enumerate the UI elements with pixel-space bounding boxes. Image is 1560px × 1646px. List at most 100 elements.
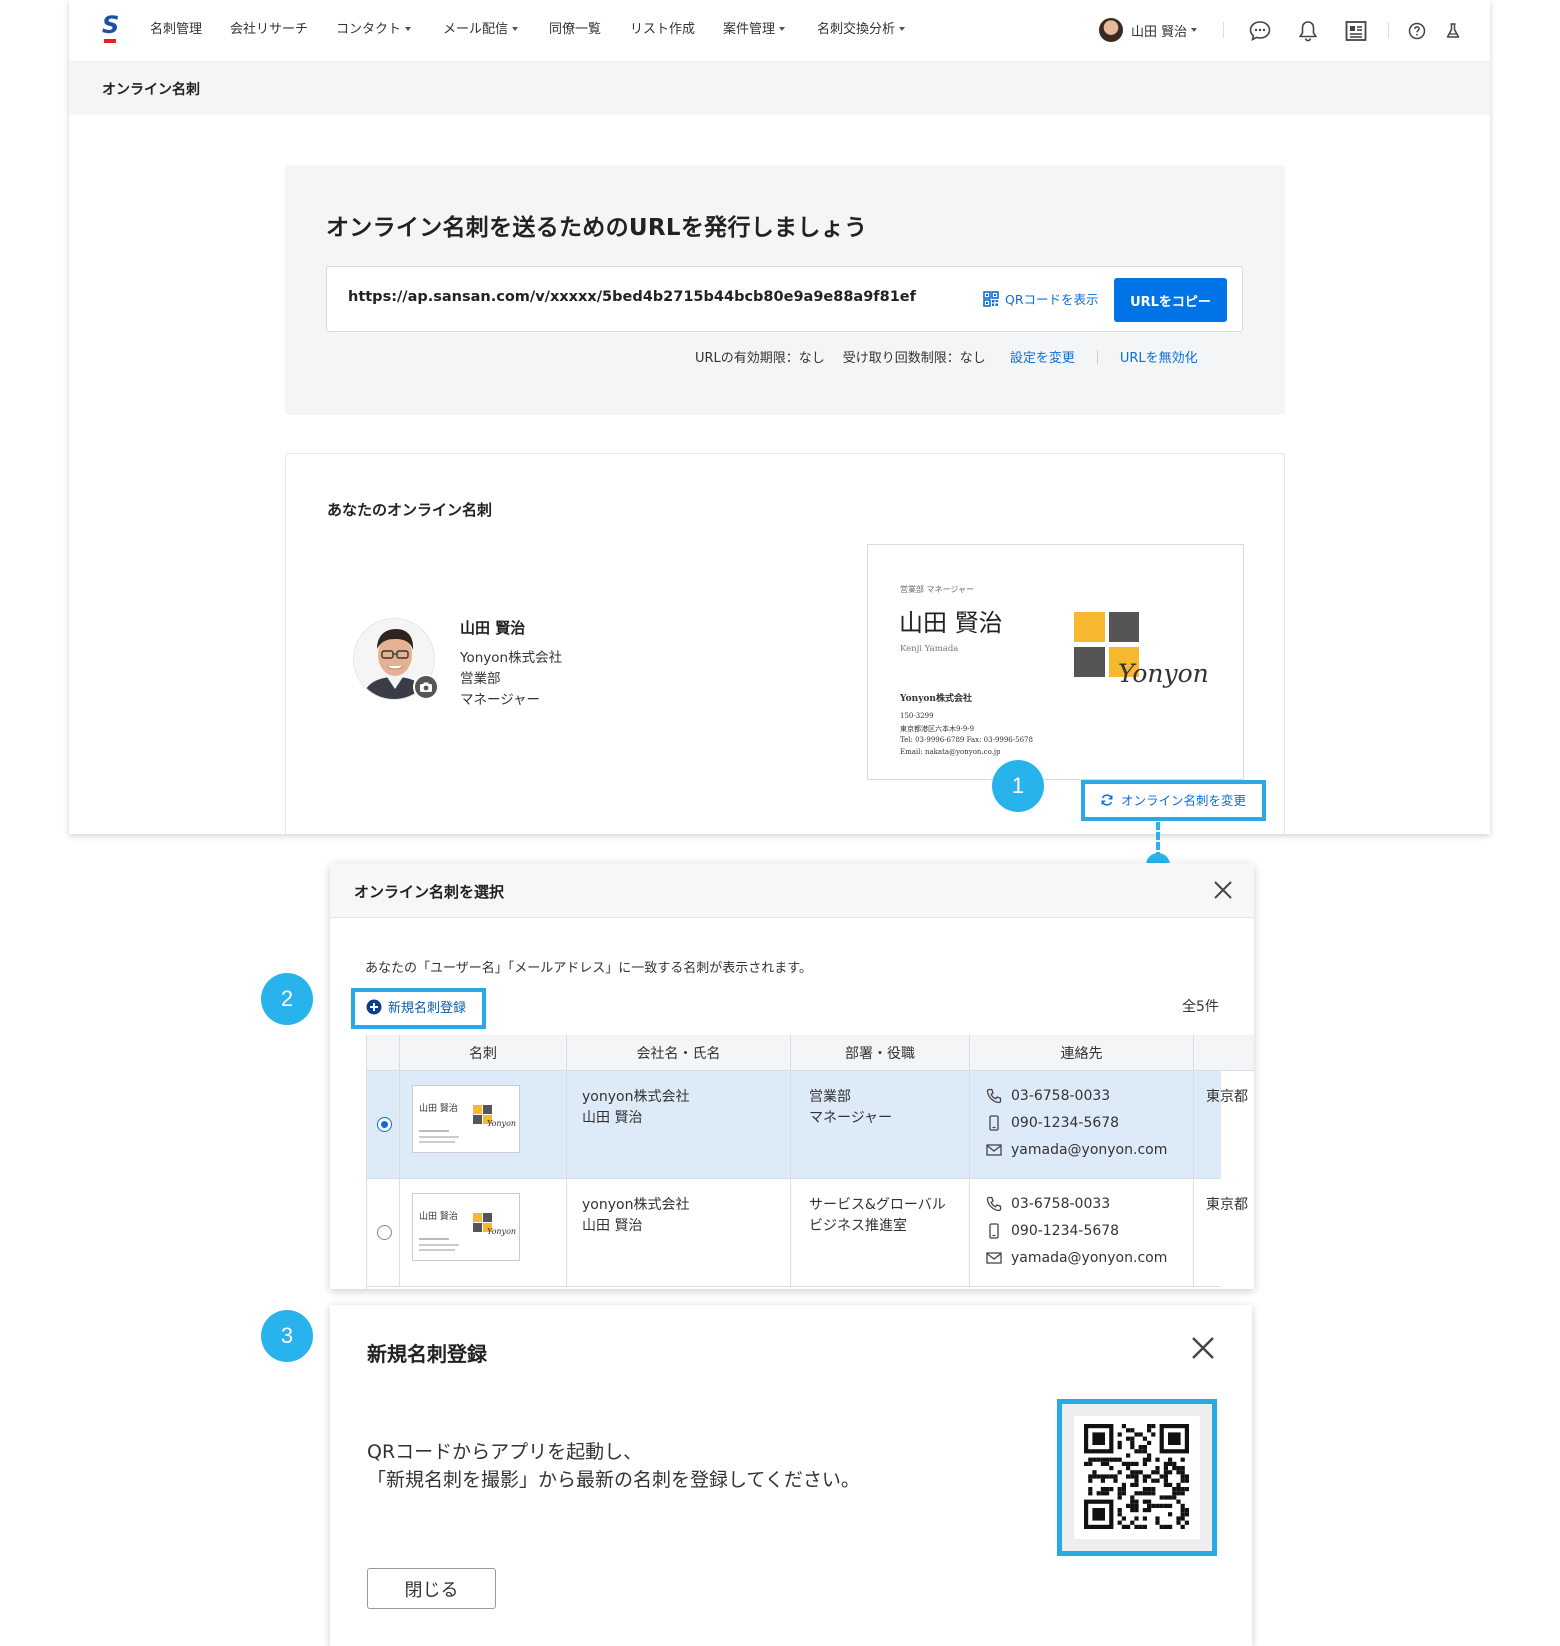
row-radio[interactable]	[377, 1225, 392, 1240]
column-header-company-name: 会社名・氏名	[567, 1035, 791, 1071]
table-row[interactable]: 山田 賢治 Yonyon yonyon株式会社 山田 賢治	[367, 1179, 1248, 1287]
row-name: 山田 賢治	[582, 1110, 643, 1126]
nav-list-creation[interactable]: リスト作成	[630, 20, 695, 40]
page-header: オンライン名刺	[69, 62, 1490, 115]
nav-company-research[interactable]: 会社リサーチ	[230, 20, 308, 40]
phone-icon	[986, 1088, 1002, 1104]
receive-limit: 受け取り回数制限：なし	[842, 351, 986, 366]
change-settings-link[interactable]: 設定を変更	[1010, 347, 1075, 366]
nav-label: コンタクト	[336, 22, 402, 37]
nav-deals[interactable]: 案件管理	[723, 20, 786, 40]
avatar	[1099, 18, 1123, 42]
mobile-icon	[989, 1223, 999, 1239]
nav-exchange-analysis[interactable]: 名刺交換分析	[817, 20, 906, 40]
column-header-dept-title: 部署・役職	[791, 1035, 970, 1071]
top-navigation: S 名刺管理 会社リサーチ コンタクト メール配信 同僚一覧 リスト作成 案件管…	[69, 0, 1490, 62]
contact-mobile: 090-1234-5678	[985, 1114, 1119, 1132]
url-field[interactable]: https://ap.sansan.com/v/xxxxx/5bed4b2715…	[326, 266, 1243, 332]
mobile-icon	[989, 1115, 999, 1131]
card-thumbnail[interactable]: 山田 賢治 Yonyon	[412, 1193, 520, 1261]
url-panel-heading: オンライン名刺を送るためのURLを発行しましょう	[326, 215, 868, 241]
card-postal: 150-3299	[900, 712, 934, 720]
profile-name: 山田 賢治	[460, 619, 526, 637]
chat-icon[interactable]	[1247, 18, 1273, 44]
divider	[1096, 349, 1098, 364]
new-card-button[interactable]: 新規名刺登録	[366, 997, 466, 1016]
change-online-card-link[interactable]: オンライン名刺を変更	[1100, 790, 1246, 809]
phone-number: 03-6758-0033	[1011, 1088, 1111, 1104]
contact-phone: 03-6758-0033	[985, 1087, 1110, 1105]
nav-contacts[interactable]: コンタクト	[336, 20, 412, 40]
refresh-icon	[1101, 793, 1113, 806]
table-row[interactable]: 山田 賢治 Yonyon yonyon株式会社 山田 賢治	[367, 1071, 1248, 1179]
news-icon[interactable]	[1343, 18, 1369, 44]
disable-url-link[interactable]: URLを無効化	[1120, 347, 1198, 366]
modal-instruction-line-2: 「新規名刺を撮影」から最新の名刺を登録してください。	[367, 1469, 860, 1491]
nav-label: リスト作成	[630, 22, 696, 37]
row-radio-selected[interactable]	[377, 1117, 392, 1132]
contact-phone: 03-6758-0033	[985, 1195, 1110, 1213]
mobile-number: 090-1234-5678	[1011, 1115, 1120, 1131]
chevron-down-icon	[779, 27, 786, 31]
nav-divider	[1223, 22, 1224, 38]
help-icon[interactable]	[1406, 20, 1428, 42]
close-icon[interactable]	[1190, 1335, 1216, 1361]
user-menu[interactable]: 山田 賢治	[1099, 16, 1198, 44]
camera-icon[interactable]	[413, 674, 439, 700]
nav-label: 名刺交換分析	[817, 22, 896, 37]
nav-business-cards[interactable]: 名刺管理	[150, 20, 202, 40]
contact-email: yamada@yonyon.com	[985, 1249, 1167, 1267]
show-qr-link[interactable]: QRコードを表示	[983, 289, 1099, 308]
nav-label: 案件管理	[723, 22, 776, 37]
phone-number: 03-6758-0033	[1011, 1196, 1111, 1212]
contact-mobile: 090-1234-5678	[985, 1222, 1119, 1240]
select-cell	[367, 1179, 400, 1286]
url-settings-row: URLの有効期限：なし 受け取り回数制限：なし 設定を変更 URLを無効化	[695, 347, 1198, 366]
qr-icon	[983, 290, 999, 307]
card-thumbnail[interactable]: 山田 賢治 Yonyon	[412, 1085, 520, 1153]
url-expiry: URLの有効期限：なし	[695, 351, 825, 366]
card-email: Email: nakata@yonyon.co.jp	[900, 748, 1001, 756]
user-name: 山田 賢治	[1131, 24, 1188, 40]
column-header-contact: 連絡先	[970, 1035, 1194, 1071]
row-address: 東京都	[1206, 1089, 1248, 1105]
row-dept: サービス&グローバル	[809, 1197, 946, 1213]
new-card-label: 新規名刺登録	[388, 1001, 467, 1016]
card-thumb-cell: 山田 賢治 Yonyon	[400, 1071, 567, 1178]
nav-label: 同僚一覧	[549, 22, 602, 37]
modal-title: オンライン名刺を選択	[354, 883, 505, 901]
app-launch-qr-code	[1074, 1416, 1200, 1539]
profile-position: マネージャー	[460, 692, 541, 708]
sansan-logo[interactable]: S	[102, 12, 119, 44]
nav-mail-delivery[interactable]: メール配信	[443, 20, 519, 40]
dept-title-cell: サービス&グローバル ビジネス推進室	[791, 1179, 970, 1286]
contact-email: yamada@yonyon.com	[985, 1141, 1167, 1159]
mail-icon	[986, 1252, 1002, 1264]
close-button[interactable]: 閉じる	[367, 1568, 496, 1609]
close-icon[interactable]	[1212, 879, 1234, 901]
modal-title: 新規名刺登録	[367, 1342, 487, 1366]
contact-cell: 03-6758-0033 090-1234-5678 yamada@yonyon…	[970, 1071, 1194, 1178]
my-online-card-panel: あなたのオンライン名刺 山田 賢治 Yonyon株式会社 営業部 マネージャー …	[285, 453, 1285, 834]
step-badge-2: 2	[261, 973, 313, 1025]
chevron-down-icon	[512, 27, 519, 31]
address-cell: 東京都	[1194, 1071, 1254, 1178]
column-header-select	[367, 1035, 400, 1071]
flask-icon[interactable]	[1442, 20, 1464, 42]
row-name: 山田 賢治	[582, 1218, 643, 1234]
bell-icon[interactable]	[1295, 18, 1321, 44]
app-window: S 名刺管理 会社リサーチ コンタクト メール配信 同僚一覧 リスト作成 案件管…	[69, 0, 1490, 834]
mail-icon	[986, 1144, 1002, 1156]
email-address: yamada@yonyon.com	[1011, 1250, 1168, 1266]
row-dept: 営業部	[809, 1089, 851, 1105]
thumb-name: 山田 賢治	[419, 1212, 458, 1222]
online-card-url[interactable]: https://ap.sansan.com/v/xxxxx/5bed4b2715…	[348, 289, 916, 305]
card-romaji: Kenji Yamada	[900, 644, 959, 654]
change-online-card-label: オンライン名刺を変更	[1121, 793, 1247, 808]
nav-colleagues[interactable]: 同僚一覧	[549, 20, 601, 40]
thumb-logo: Yonyon	[487, 1119, 517, 1128]
url-issue-panel: オンライン名刺を送るためのURLを発行しましょう https://ap.sans…	[285, 165, 1285, 415]
copy-url-button[interactable]: URLをコピー	[1114, 278, 1227, 322]
modal-header: オンライン名刺を選択	[330, 863, 1254, 918]
phone-icon	[986, 1196, 1002, 1212]
